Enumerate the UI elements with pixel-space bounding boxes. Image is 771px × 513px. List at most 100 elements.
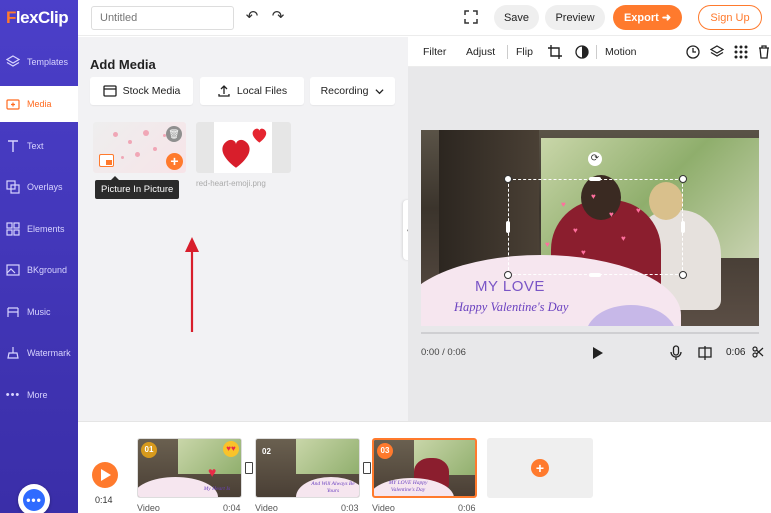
recording-label: Recording (320, 85, 369, 97)
sidebar-item-text[interactable]: Text (0, 128, 78, 164)
resize-handle[interactable] (504, 175, 512, 183)
flexclip-logo[interactable]: FlexClip (6, 8, 69, 28)
overlays-icon (6, 180, 20, 194)
playback-progress-bar[interactable] (421, 332, 759, 334)
fullscreen-icon[interactable] (464, 10, 478, 24)
help-chat-button[interactable]: ••• (18, 484, 50, 513)
clock-icon[interactable] (686, 45, 700, 59)
timeline-play-button[interactable] (92, 462, 118, 488)
video-title-text[interactable]: MY LOVE (475, 278, 545, 295)
transition-icon[interactable] (363, 462, 371, 474)
heart-image (214, 122, 272, 173)
chevron-down-icon (375, 88, 384, 94)
sidebar-item-label: More (27, 390, 48, 400)
caption-icon[interactable] (698, 345, 712, 361)
sidebar-item-label: Text (27, 141, 44, 151)
clip-duration: 0:06 (458, 503, 476, 513)
trash-icon[interactable]: 🗑 (166, 126, 182, 142)
export-button[interactable]: Export ➜ (613, 5, 682, 30)
clip-type: Video (372, 503, 395, 513)
clip-duration: 0:04 (223, 503, 241, 513)
sidebar-item-music[interactable]: Music (0, 294, 78, 330)
heart-icon: ♥ (208, 464, 217, 480)
preview-button[interactable]: Preview (545, 5, 605, 30)
timeline-clip[interactable]: 02 And Will Always Be Yours (255, 438, 360, 498)
clip-number: 01 (141, 442, 157, 458)
sidebar-item-label: Elements (27, 224, 65, 234)
timeline-clip[interactable]: 03 MY LOVE Happy Valentine's Day (372, 438, 477, 498)
total-duration: 0:14 (95, 495, 113, 505)
sidebar-item-media[interactable]: Media (0, 86, 78, 122)
add-to-timeline-button[interactable]: + (166, 153, 183, 170)
local-files-button[interactable]: Local Files (200, 77, 304, 105)
sign-up-button[interactable]: Sign Up (698, 5, 762, 30)
crop-icon[interactable] (548, 45, 562, 59)
resize-handle[interactable] (506, 221, 510, 233)
elements-icon (6, 222, 20, 236)
stock-media-label: Stock Media (122, 85, 181, 97)
clip-duration: 0:06 (726, 347, 746, 358)
preview-canvas: ♥ ♥ ♥ ♥ ♥ ♥ ♥ ♥ MY LOVE Happy Valentine'… (408, 67, 771, 421)
media-item-name: red-heart-emoji.png (196, 179, 266, 188)
sidebar-item-elements[interactable]: Elements (0, 211, 78, 247)
sidebar-item-bkground[interactable]: BKground (0, 252, 78, 288)
background-icon (6, 263, 20, 277)
flip-button[interactable]: Flip (516, 37, 533, 67)
preview-toolbar: Filter Adjust Flip Motion (408, 37, 771, 67)
resize-handle[interactable] (679, 271, 687, 279)
scissors-icon[interactable] (752, 345, 764, 359)
sidebar-item-overlays[interactable]: Overlays (0, 169, 78, 205)
selection-box[interactable] (508, 179, 683, 275)
local-files-label: Local Files (236, 85, 288, 97)
grid-icon[interactable] (734, 45, 748, 59)
play-icon[interactable] (592, 346, 604, 360)
redo-icon[interactable]: ↷ (270, 9, 286, 25)
chat-icon: ••• (23, 489, 45, 511)
text-icon (6, 139, 20, 153)
panel-title: Add Media (90, 57, 156, 72)
resize-handle[interactable] (504, 271, 512, 279)
resize-handle[interactable] (679, 175, 687, 183)
filter-button[interactable]: Filter (423, 37, 446, 67)
clip-type: Video (137, 503, 160, 513)
add-scene-button[interactable]: + (487, 438, 593, 498)
recording-dropdown[interactable]: Recording (310, 77, 395, 105)
sidebar-item-more[interactable]: ••• More (0, 377, 78, 413)
sidebar-item-watermark[interactable]: Watermark (0, 335, 78, 371)
sidebar-item-label: Music (27, 307, 51, 317)
undo-icon[interactable]: ↶ (244, 9, 260, 25)
clip-type: Video (255, 503, 278, 513)
resize-handle[interactable] (589, 177, 601, 181)
resize-handle[interactable] (589, 273, 601, 277)
media-thumbnail-red-heart[interactable] (196, 122, 291, 173)
rotate-handle-icon[interactable]: ⟳ (588, 152, 602, 166)
stock-media-button[interactable]: Stock Media (90, 77, 193, 105)
transition-icon[interactable] (245, 462, 253, 474)
clip-number: 02 (262, 447, 271, 456)
color-adjust-icon[interactable] (575, 45, 589, 59)
video-subtitle-text[interactable]: Happy Valentine's Day (454, 300, 568, 315)
sidebar-item-label: Overlays (27, 182, 63, 192)
left-sidebar: FlexClip Templates Media Text Overlays E… (0, 0, 78, 513)
project-title-input[interactable] (91, 6, 234, 30)
media-thumbnail-hearts[interactable]: 🗑 + (93, 122, 186, 173)
adjust-button[interactable]: Adjust (466, 37, 495, 67)
sidebar-item-label: Media (27, 99, 52, 109)
video-preview[interactable]: ♥ ♥ ♥ ♥ ♥ ♥ ♥ ♥ MY LOVE Happy Valentine'… (421, 130, 759, 326)
tooltip: Picture In Picture (95, 176, 180, 199)
microphone-icon[interactable] (670, 345, 682, 361)
layers-icon[interactable] (710, 45, 724, 59)
clip-number: 03 (377, 443, 393, 459)
resize-handle[interactable] (681, 221, 685, 233)
clip-caption: And Will Always Be Yours (311, 481, 355, 494)
picture-in-picture-icon[interactable] (99, 154, 114, 167)
red-arrow-annotation (185, 237, 199, 332)
sidebar-item-templates[interactable]: Templates (0, 44, 78, 80)
motion-button[interactable]: Motion (605, 37, 637, 67)
play-icon (101, 469, 111, 481)
save-button[interactable]: Save (494, 5, 539, 30)
trash-icon[interactable] (758, 45, 770, 59)
timeline-clip[interactable]: 01 ♥ ♥♥ My Heart Is (137, 438, 242, 498)
clip-caption: MY LOVE Happy Valentine's Day (388, 480, 428, 493)
clip-duration: 0:03 (341, 503, 359, 513)
